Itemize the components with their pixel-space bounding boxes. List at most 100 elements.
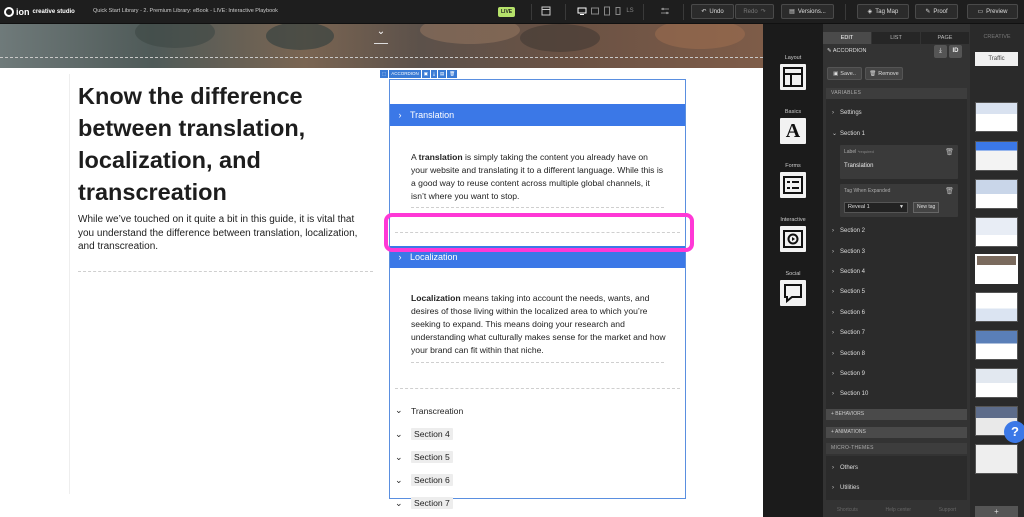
page-thumbnail[interactable] [975,368,1018,398]
accordion-body-translation: A translation is simply taking the conte… [411,151,666,203]
accordion-handle-icon[interactable]: ⬚ [380,70,389,78]
download-icon[interactable]: ⤓ [934,45,947,58]
redo-button[interactable]: Redo ↷ [735,4,774,19]
section-row[interactable]: › Section 8 [832,351,865,357]
tab-edit[interactable]: EDIT [823,32,871,44]
section-row[interactable]: › Section 9 [832,371,865,377]
tag-map-button[interactable]: ◈ Tag Map [857,4,909,19]
tablet-portrait-icon[interactable] [602,6,612,16]
remove-button[interactable]: 🗑 Remove [865,67,903,80]
trash-icon[interactable]: 🗑 [945,148,954,156]
accordion-delete-icon[interactable]: 🗑 [447,70,458,78]
page-heading: Know the difference between translation,… [78,83,306,205]
redo-icon: ↷ [760,9,766,15]
phone-icon[interactable] [613,6,623,16]
chevron-right-icon: › [832,485,834,491]
support-link[interactable]: Support [939,507,957,513]
traffic-button[interactable]: Traffic [975,52,1018,66]
id-badge[interactable]: ID [949,45,962,58]
divider [845,4,846,20]
new-tag-button[interactable]: New tag [913,202,940,213]
help-center-link[interactable]: Help center [886,507,912,513]
animations-toggle[interactable]: + ANIMATIONS [826,427,967,438]
tab-page[interactable]: PAGE [921,32,969,44]
versions-button[interactable]: ▤ Versions... [781,4,834,19]
caret-down-icon: ▼ [899,204,904,210]
help-button[interactable]: ? [1004,421,1024,443]
accordion-settings-icon[interactable]: ▣ [421,70,431,78]
accordion-copy-icon[interactable]: ▤ [438,70,447,78]
app-logo[interactable]: ion creative studio [4,6,88,17]
section-label: Section 9 [840,371,866,377]
chevron-underline [374,43,388,44]
undo-button[interactable]: ↶ Undo [691,4,734,19]
section-row[interactable]: › Section 10 [832,391,868,397]
accordion-tag-label: ACCORDION [389,70,421,78]
accordion-item-transcreation[interactable]: ⌄ Transcreation [395,405,463,416]
layers-icon[interactable] [541,6,551,16]
variables-list: › Settings ⌄ Section 1 Label *required 🗑 T… [826,99,967,410]
proof-button[interactable]: ✎ Proof [915,4,958,19]
label-field-value[interactable]: Translation [844,163,873,169]
accordion-item-section-4[interactable]: ⌄ Section 4 [395,428,453,440]
shortcuts-link[interactable]: Shortcuts [837,507,858,513]
viewport-ls[interactable]: LS [624,6,636,16]
logo-icon [4,6,14,17]
chevron-right-icon: › [832,465,834,471]
accordion-item-section-6[interactable]: ⌄ Section 6 [395,474,453,486]
save-button[interactable]: ▣ Save.. [827,67,862,80]
section-row[interactable]: › Section 2 [832,228,865,234]
section-row[interactable]: › Section 3 [832,249,865,255]
chevron-down-icon: ⌄ [395,451,403,462]
page-thumbnail[interactable] [975,217,1018,247]
accordion-move-icon[interactable]: ⤓ [431,70,438,78]
section-label: Section 7 [840,330,866,336]
page-thumbnail-selected[interactable] [975,254,1018,284]
tablet-landscape-icon[interactable] [590,6,600,16]
add-page-button[interactable]: + [975,506,1018,517]
rail-label-forms: Forms [785,163,801,169]
others-row[interactable]: › Others [832,465,858,471]
section-label: Section 4 [840,269,866,275]
form-icon[interactable] [780,172,806,198]
content-divider [411,362,664,363]
layout-icon[interactable] [780,64,806,90]
section-row[interactable]: › Section 5 [832,289,865,295]
behaviors-toggle[interactable]: + BEHAVIORS [826,409,967,420]
chevron-right-icon: › [398,110,402,120]
section-1-row[interactable]: ⌄ Section 1 [832,130,865,137]
trash-icon[interactable]: 🗑 [945,187,954,195]
page-thumbnail[interactable] [975,292,1018,322]
text-icon[interactable]: A [780,118,806,144]
chevron-down-icon[interactable]: ⌄ [374,26,388,40]
accordion-header-translation[interactable]: › Translation [390,104,685,126]
desktop-icon[interactable] [577,6,587,16]
accordion-element-tag[interactable]: ⬚ ACCORDION ▣ ⤓ ▤ 🗑 [380,70,458,78]
tab-list[interactable]: LIST [872,32,920,44]
breadcrumb[interactable]: Quick Start Library - 2. Premium Library… [93,8,278,14]
accordion-item-section-7[interactable]: ⌄ Section 7 [395,497,453,509]
sliders-icon[interactable] [660,6,670,16]
accordion-item-section-5[interactable]: ⌄ Section 5 [395,451,453,463]
page-thumbnail[interactable] [975,444,1018,474]
rail-label-social: Social [785,271,801,277]
page-thumbnail[interactable] [975,102,1018,132]
label-field-group: Label *required 🗑 Translation [840,145,958,179]
preview-button[interactable]: ▭ Preview [967,4,1018,19]
settings-row[interactable]: › Settings [832,110,862,116]
section-row[interactable]: › Section 6 [832,310,865,316]
preview-label: Preview [986,8,1008,15]
tag-select[interactable]: Reveal 1 ▼ [844,202,908,213]
element-title-text: ACCORDION [832,48,867,54]
page-thumbnail[interactable] [975,330,1018,360]
play-icon[interactable] [780,226,806,252]
divider [565,4,566,20]
section-row[interactable]: › Section 4 [832,269,865,275]
settings-label: Settings [840,110,862,116]
page-thumbnail[interactable] [975,141,1018,171]
micro-themes-list: › Others › Utilities [826,456,967,500]
utilities-row[interactable]: › Utilities [832,485,859,491]
page-thumbnail[interactable] [975,179,1018,209]
chat-icon[interactable] [780,280,806,306]
section-row[interactable]: › Section 7 [832,330,865,336]
